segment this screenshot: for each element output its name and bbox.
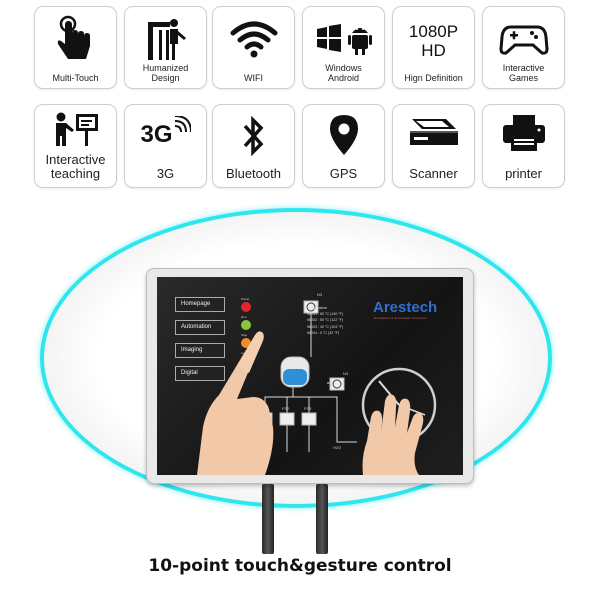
feature-tile-high-definition: 1080P HD Hign Definition <box>392 6 475 89</box>
feature-tile-humanized-design: Humanized Design <box>124 6 207 89</box>
product-stage: Homepage Automation Imaging Digital Powe… <box>0 200 600 600</box>
stand-pole-right <box>316 484 328 554</box>
feature-label: GPS <box>329 166 358 181</box>
feature-tile-interactive-teaching: Interactive teaching <box>34 104 117 188</box>
bluetooth-icon <box>213 111 294 161</box>
signal-3g-icon: 3G <box>125 113 206 157</box>
feature-tile-printer: printer <box>482 104 565 188</box>
feature-label: 3G <box>156 166 175 181</box>
wifi-icon <box>213 13 294 65</box>
hd-text: HD <box>421 41 446 60</box>
feature-label: Multi-Touch <box>52 73 99 83</box>
feature-label: Bluetooth <box>226 166 281 181</box>
feature-label: Interactive teaching <box>45 152 106 181</box>
feature-label: printer <box>505 166 542 181</box>
feature-tile-multi-touch: Multi-Touch <box>34 6 117 89</box>
feature-tile-3g: 3G 3G <box>124 104 207 188</box>
feature-tile-wifi: WIFI <box>212 6 295 89</box>
caption: 10-point touch&gesture control <box>148 556 452 576</box>
feature-tile-scanner: Scanner <box>392 104 475 188</box>
touching-hands-illustration <box>197 331 424 475</box>
hd-1080p-icon: 1080P HD <box>393 15 474 67</box>
feature-label: Windows Android <box>325 63 362 83</box>
feature-grid: Multi-Touch Humanized Design WIFI Window… <box>0 0 600 200</box>
device-screen: Homepage Automation Imaging Digital Powe… <box>157 277 463 475</box>
map-pin-icon <box>303 111 384 161</box>
teacher-board-icon <box>35 109 116 149</box>
feature-label: Hign Definition <box>404 73 463 83</box>
stand-pole-left <box>262 484 274 554</box>
printer-icon <box>483 113 564 153</box>
touch-panel-device: Homepage Automation Imaging Digital Powe… <box>146 268 474 484</box>
gamepad-icon <box>483 13 564 65</box>
feature-tile-gps: GPS <box>302 104 385 188</box>
scanner-icon <box>393 113 474 153</box>
feature-label: Scanner <box>409 166 458 181</box>
feature-label: WIFI <box>244 73 263 83</box>
3g-glyph-text: 3G <box>140 121 173 148</box>
feature-tile-windows-android: Windows Android <box>302 6 385 89</box>
hd-resolution-text: 1080P <box>408 22 459 41</box>
touch-hand-icon <box>35 13 116 65</box>
windows-android-icon <box>303 13 384 65</box>
feature-tile-interactive-games: Interactive Games <box>482 6 565 89</box>
person-at-kiosk-icon <box>125 13 206 65</box>
feature-label: Interactive Games <box>502 63 545 83</box>
feature-tile-bluetooth: Bluetooth <box>212 104 295 188</box>
feature-label: Humanized Design <box>142 63 189 83</box>
